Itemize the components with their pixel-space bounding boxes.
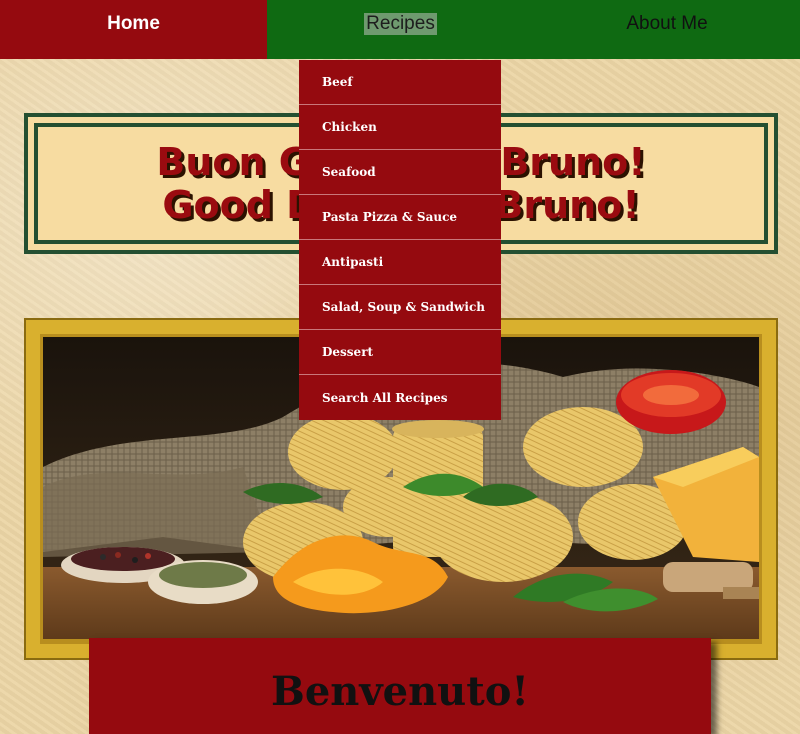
dropdown-item-pasta-pizza-sauce[interactable]: Pasta Pizza & Sauce — [299, 195, 501, 240]
recipes-dropdown-menu: Beef Chicken Seafood Pasta Pizza & Sauce… — [299, 60, 501, 420]
dropdown-item-beef[interactable]: Beef — [299, 60, 501, 105]
dropdown-item-seafood[interactable]: Seafood — [299, 150, 501, 195]
nav-about-me[interactable]: About Me — [534, 0, 800, 59]
main-navbar: Home Recipes About Me — [0, 0, 800, 59]
dropdown-item-antipasti[interactable]: Antipasti — [299, 240, 501, 285]
dropdown-item-salad-soup-sandwich[interactable]: Salad, Soup & Sandwich — [299, 285, 501, 330]
welcome-section: Benvenuto! — [89, 638, 711, 734]
dropdown-item-dessert[interactable]: Dessert — [299, 330, 501, 375]
dropdown-item-chicken[interactable]: Chicken — [299, 105, 501, 150]
nav-recipes[interactable]: Recipes — [267, 0, 534, 59]
welcome-heading: Benvenuto! — [271, 668, 529, 715]
nav-recipes-label: Recipes — [364, 13, 437, 35]
dropdown-item-search-all-recipes[interactable]: Search All Recipes — [299, 375, 501, 420]
nav-home[interactable]: Home — [0, 0, 267, 59]
